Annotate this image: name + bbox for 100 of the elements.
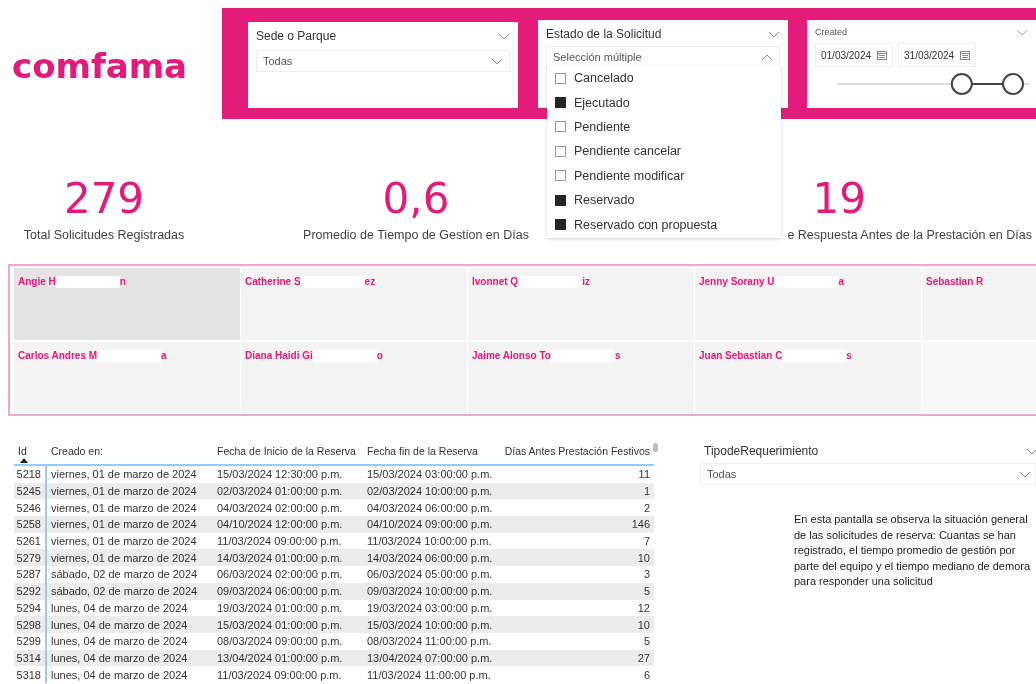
table-cell-text: 13/04/2024 07:00:00 p.m.	[366, 651, 494, 664]
table-cell-text: 15/03/2024 01:00:00 p.m.	[216, 618, 344, 631]
description-text: En esta pantalla se observa la situación general de las solicitudes de reserva: Cuantas se han registrado, el tiempo promedio de gestión por parte del equipo y el tiempo mediano de demora para responder una solicitud	[794, 512, 1032, 589]
checkbox-option[interactable]: Reservado con propuesta	[547, 212, 781, 237]
table-cell-text: viernes, 01 de marzo de 2024	[50, 501, 198, 514]
table-cell-text: lunes, 04 de marzo de 2024	[50, 601, 189, 614]
table-cell-text: sábado, 02 de marzo de 2024	[50, 585, 199, 598]
column-header[interactable]: Días Antes Prestación Festivos	[496, 443, 654, 464]
table-cell: 5245	[14, 482, 47, 500]
table-cell-text: 27	[636, 651, 651, 664]
table-cell: 5292	[14, 582, 47, 600]
checkbox-option[interactable]: Pendiente cancelar	[547, 139, 781, 164]
table-cell-text: 15/03/2024 10:00:00 p.m.	[366, 618, 494, 631]
table-cell-text: 19/03/2024 03:00:00 p.m.	[366, 601, 494, 614]
chevron-icon[interactable]	[761, 53, 773, 61]
table-cell-text: 19/03/2024 01:00:00 p.m.	[216, 601, 344, 614]
dropdown-field[interactable]: Todas	[256, 50, 510, 72]
table-cell: 5318	[14, 666, 47, 683]
table-cell-text: lunes, 04 de marzo de 2024	[50, 635, 189, 648]
table-cell-text: viernes, 01 de marzo de 2024	[50, 468, 198, 481]
table-cell-text: 04/03/2024 06:00:00 p.m.	[366, 501, 494, 514]
calendar-icon[interactable]	[960, 50, 971, 60]
checkbox-option[interactable]: Pendiente	[547, 114, 781, 140]
table-cell-text: 15/03/2024 12:30:00 p.m.	[216, 468, 344, 481]
table-cell-text: lunes, 04 de marzo de 2024	[50, 668, 189, 681]
chevron-icon[interactable]	[1026, 447, 1036, 455]
table-cell-text: viernes, 01 de marzo de 2024	[50, 535, 198, 548]
table-cell-text: 5	[642, 635, 651, 648]
column-header[interactable]: Creado en:	[47, 443, 213, 464]
table-cell-text: 04/03/2024 02:00:00 p.m.	[216, 501, 344, 514]
kpi-label: e Respuesta Antes de la Prestación en Días	[787, 228, 1032, 242]
table-cell-text: 14/03/2024 06:00:00 p.m.	[366, 551, 494, 564]
dropdown-field[interactable]: Todas	[700, 463, 1036, 485]
table-cell-text: 7	[642, 535, 651, 548]
person-card[interactable]: Jenny Sorany U a	[695, 268, 921, 340]
chevron-icon[interactable]	[768, 30, 780, 38]
logo: comfama	[12, 46, 188, 86]
checkbox-option[interactable]: Pendiente modificar	[547, 163, 781, 188]
chevron-icon[interactable]	[491, 57, 503, 65]
kpi-value: 19	[812, 176, 866, 222]
chevron-icon[interactable]	[498, 32, 510, 40]
person-card[interactable]: Diana Haidi Gi o	[241, 342, 467, 414]
date-field[interactable]: 01/03/2024	[815, 43, 894, 67]
slicer-title: Created	[815, 27, 848, 37]
table-cell-text: 11/03/2024 10:00:00 p.m.	[366, 535, 493, 548]
slicer-title: Estado de la Solicitud	[546, 27, 662, 41]
table-cell-text: 1	[642, 485, 651, 498]
table-cell-text: 02/03/2024 10:00:00 p.m.	[366, 485, 494, 498]
checkbox-option[interactable]: Ejecutado	[547, 90, 781, 115]
checkbox-option[interactable]: Reservado	[547, 187, 781, 213]
chevron-icon[interactable]	[1019, 470, 1031, 478]
person-card[interactable]: Juan Sebastian C s	[695, 342, 921, 414]
table-cell-text: 10	[636, 618, 651, 631]
table-cell-text: 146	[630, 518, 651, 531]
table-cell-text: 09/03/2024 06:00:00 p.m.	[216, 585, 344, 598]
kpi-value: 0,6	[382, 176, 450, 222]
kpi-label: Total Solicitudes Registradas	[23, 228, 185, 242]
table-cell-text: 04/10/2024 12:00:00 p.m.	[216, 518, 344, 531]
table-cell: 5314	[14, 649, 47, 667]
person-card[interactable]: Jaime Alonso To s	[468, 342, 694, 414]
scrollbar-thumb[interactable]	[653, 443, 658, 452]
person-card[interactable]: Carlos Andres M a	[14, 342, 240, 414]
column-header[interactable]: Fecha fin de la Reserva	[363, 443, 496, 464]
table-cell: 5258	[14, 516, 47, 533]
calendar-icon[interactable]	[877, 50, 888, 60]
person-card[interactable]: Sebastian R	[922, 268, 1036, 340]
table-cell-text: 06/03/2024 05:00:00 p.m.	[366, 568, 494, 581]
table-cell-text: 02/03/2024 01:00:00 p.m.	[216, 485, 344, 498]
table-cell: 5298	[14, 616, 47, 633]
table-cell-text: 2	[642, 501, 651, 514]
slicer-title: Sede o Parque	[256, 29, 337, 43]
table-cell-text: 10	[636, 551, 651, 564]
kpi-value: 279	[63, 176, 145, 222]
table-cell-text: 06/03/2024 02:00:00 p.m.	[216, 568, 344, 581]
table-cell-text: 12	[636, 601, 651, 614]
table-cell-text: viernes, 01 de marzo de 2024	[50, 551, 198, 564]
person-card[interactable]: Catherine S ez	[241, 268, 467, 340]
table-cell-text: lunes, 04 de marzo de 2024	[50, 618, 189, 631]
date-field[interactable]: 31/03/2024	[898, 43, 977, 67]
table-cell-text: 6	[642, 668, 651, 681]
table-cell-text: 09/03/2024 10:00:00 p.m.	[366, 585, 494, 598]
range-slider[interactable]	[837, 71, 1029, 97]
table-cell-text: 13/04/2024 01:00:00 p.m.	[216, 651, 344, 664]
table-cell-text: 11/03/2024 09:00:00 p.m.	[216, 668, 343, 681]
table-cell-text: viernes, 01 de marzo de 2024	[50, 485, 198, 498]
column-header[interactable]: Fecha de Inicio de la Reserva	[213, 443, 363, 464]
person-card[interactable]: Ivonnet Q iz	[468, 268, 694, 340]
table-cell-text: 14/03/2024 01:00:00 p.m.	[216, 551, 344, 564]
table-cell-text: 08/03/2024 11:00:00 p.m.	[366, 635, 493, 648]
table-cell-text: 15/03/2024 03:00:00 p.m.	[366, 468, 494, 481]
column-header[interactable]: Id	[14, 443, 47, 464]
table-cell-text: 04/10/2024 09:00:00 p.m.	[366, 518, 494, 531]
chevron-icon[interactable]	[1016, 28, 1028, 36]
table-cell: 5279	[14, 549, 47, 567]
checkbox-option[interactable]: Cancelado	[547, 66, 781, 91]
table-cell-text: 08/03/2024 09:00:00 p.m.	[216, 635, 344, 648]
table-cell-text: 11/03/2024 11:00:00 p.m.	[366, 668, 492, 681]
table-cell-text: 3	[642, 568, 651, 581]
sort-arrow-icon[interactable]	[20, 458, 28, 463]
kpi-label: Promedio de Tiempo de Gestion en Días	[303, 228, 529, 242]
